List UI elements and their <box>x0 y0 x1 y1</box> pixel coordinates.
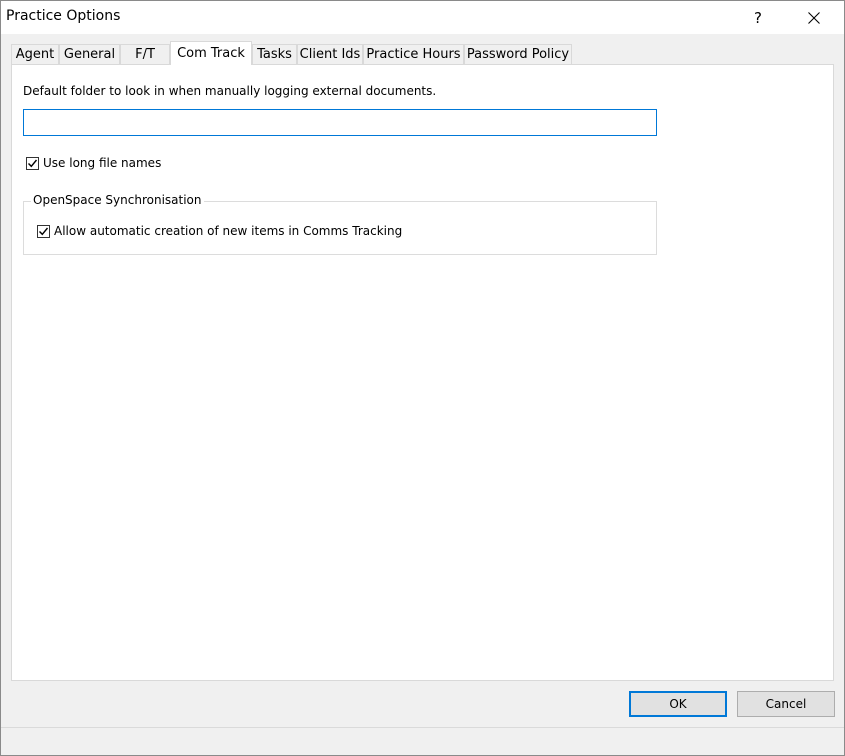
button-label: Cancel <box>765 697 807 711</box>
cancel-button[interactable]: Cancel <box>737 691 835 717</box>
button-label: OK <box>669 697 687 711</box>
practice-options-dialog: Practice Options ? Agent General F/T Com… <box>0 0 845 756</box>
checkmark-icon <box>28 159 38 167</box>
tab-agent[interactable]: Agent <box>11 44 59 64</box>
checkbox-label: Use long file names <box>43 156 162 170</box>
group-legend: OpenSpace Synchronisation <box>31 193 204 207</box>
tab-label: Practice Hours <box>366 47 461 62</box>
tab-label: General <box>63 47 116 62</box>
tab-com-track[interactable]: Com Track <box>170 41 252 65</box>
tab-practice-hours[interactable]: Practice Hours <box>363 44 464 64</box>
tab-label: Com Track <box>177 46 245 61</box>
default-folder-input[interactable] <box>23 109 657 136</box>
title-bar: Practice Options ? <box>1 1 844 34</box>
help-icon: ? <box>754 8 762 27</box>
tab-label: Password Policy <box>466 47 570 62</box>
close-button[interactable] <box>791 1 837 34</box>
tab-label: Tasks <box>257 47 292 62</box>
allow-auto-creation-checkbox[interactable]: Allow automatic creation of new items in… <box>37 224 402 238</box>
checkbox-label: Allow automatic creation of new items in… <box>54 224 403 238</box>
use-long-file-names-checkbox[interactable]: Use long file names <box>26 156 161 170</box>
tab-ft[interactable]: F/T <box>120 44 170 64</box>
ok-button[interactable]: OK <box>629 691 727 717</box>
tab-general[interactable]: General <box>59 44 120 64</box>
tab-client-ids[interactable]: Client Ids <box>297 44 363 64</box>
help-button[interactable]: ? <box>735 1 781 34</box>
openspace-sync-group: OpenSpace Synchronisation Allow automati… <box>23 193 657 255</box>
close-icon <box>808 11 820 24</box>
footer-separator <box>1 727 844 728</box>
default-folder-label: Default folder to look in when manually … <box>23 84 437 98</box>
tab-tasks[interactable]: Tasks <box>252 44 297 64</box>
com-track-panel: Default folder to look in when manually … <box>11 64 834 681</box>
tab-label: Agent <box>15 47 55 62</box>
checkbox-box[interactable] <box>37 224 50 238</box>
window-title: Practice Options <box>6 8 121 24</box>
checkbox-box[interactable] <box>26 156 39 170</box>
tab-label: Client Ids <box>299 47 361 62</box>
checkmark-icon <box>39 227 49 235</box>
tab-password-policy[interactable]: Password Policy <box>464 44 572 64</box>
tab-label: F/T <box>135 47 155 62</box>
